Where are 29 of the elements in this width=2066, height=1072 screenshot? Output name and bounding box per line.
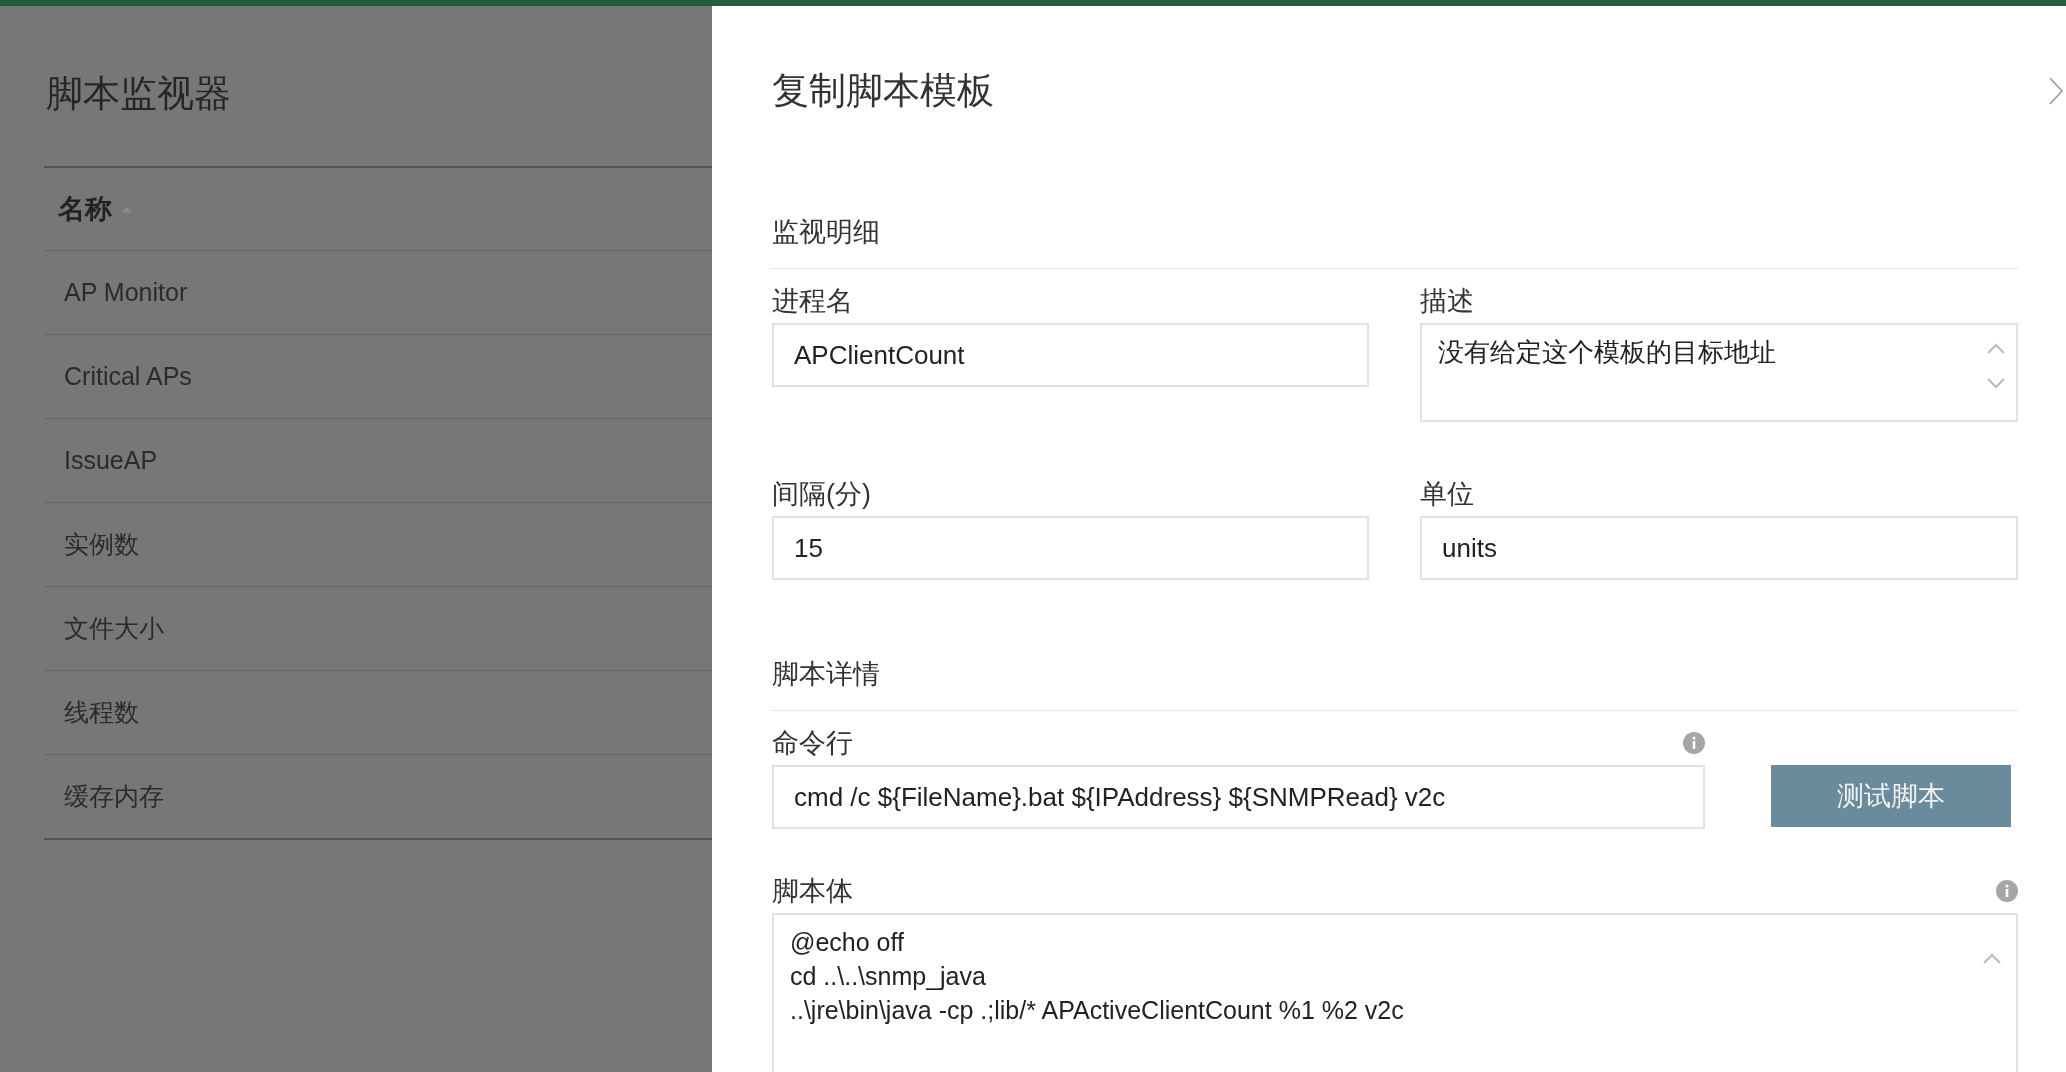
chevron-up-icon[interactable] (1986, 343, 2006, 355)
chevron-up-icon[interactable] (1982, 953, 2002, 965)
info-icon[interactable] (1996, 880, 2018, 902)
monitor-name-link[interactable]: IssueAP (64, 446, 158, 476)
text-field[interactable]: units (1420, 516, 2018, 580)
monitor-name-link[interactable]: 缓存内存 (64, 780, 164, 814)
field-label: 脚本体 (772, 875, 853, 908)
monitor-name-link[interactable]: 线程数 (64, 696, 139, 730)
test-script-button[interactable]: 测试脚本 (1771, 765, 2011, 827)
text-field[interactable]: 15 (772, 516, 1369, 580)
monitor-name-link[interactable]: AP Monitor (64, 278, 188, 308)
column-header[interactable]: 名称 (44, 166, 712, 252)
dialog-title: 复制脚本模板 (772, 69, 994, 113)
close-icon[interactable] (2048, 76, 2064, 106)
field-label: 描述 (1420, 285, 1474, 318)
monitor-name-link[interactable]: 实例数 (64, 528, 139, 562)
field-label: 单位 (1420, 478, 1474, 511)
field-label: 进程名 (772, 285, 853, 318)
command-line-field[interactable]: cmd /c ${FileName}.bat ${IPAddress} ${SNMPRead} v2c (772, 765, 1705, 829)
info-icon[interactable] (1683, 732, 1705, 754)
section-heading: 脚本详情 (772, 620, 2018, 711)
monitor-name-link[interactable]: Critical APs (64, 362, 192, 392)
field-label: 间隔(分) (772, 478, 871, 511)
chevron-down-icon[interactable] (1986, 377, 2006, 389)
section-heading: 监视明细 (772, 164, 2018, 269)
monitor-name-link[interactable]: 文件大小 (64, 612, 164, 646)
field-label: 命令行 (772, 727, 853, 760)
text-field[interactable]: APClientCount (772, 323, 1369, 387)
page-title: 脚本监视器 (46, 72, 231, 116)
